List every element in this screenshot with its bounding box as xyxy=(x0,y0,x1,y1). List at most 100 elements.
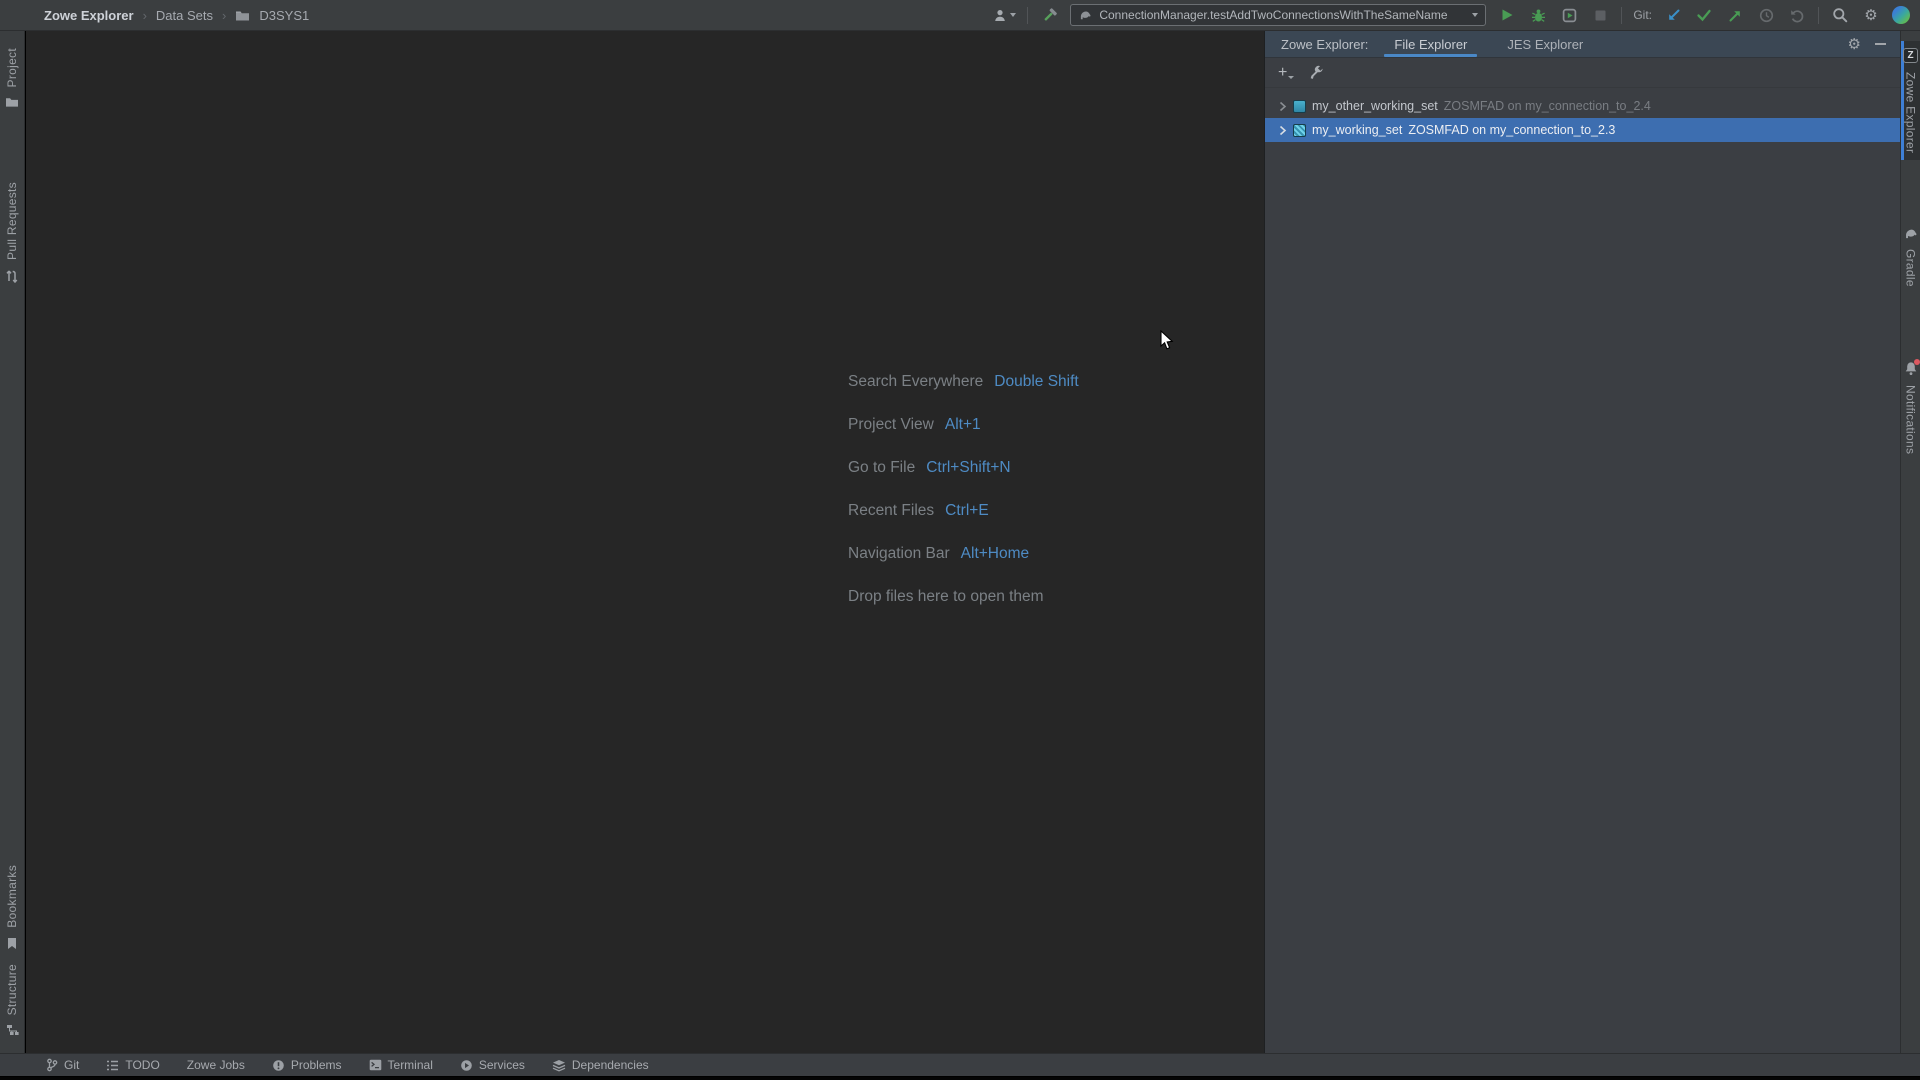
stripe-button-gradle[interactable]: Gradle xyxy=(1901,220,1920,294)
bookmark-icon xyxy=(6,937,18,950)
git-update-button[interactable] xyxy=(1663,3,1683,27)
stop-button xyxy=(1590,3,1610,27)
add-working-set-button[interactable]: + xyxy=(1278,63,1295,81)
shortcut-row: Navigation Bar Alt+Home xyxy=(848,545,1079,567)
toolbar-separator xyxy=(1818,6,1819,24)
stripe-label: Bookmarks xyxy=(5,864,19,928)
shortcut-label: Recent Files xyxy=(848,502,935,519)
tab-jes-explorer[interactable]: JES Explorer xyxy=(1493,31,1597,57)
toolwindow-button-services[interactable]: Services xyxy=(460,1058,525,1072)
stripe-label: Gradle xyxy=(1903,249,1918,288)
shortcut-hints: Search Everywhere Double Shift Project V… xyxy=(848,373,1079,610)
chevron-down-icon xyxy=(1288,75,1295,79)
notification-badge xyxy=(1913,359,1920,366)
breadcrumb-item-data-sets[interactable]: Data Sets xyxy=(156,8,213,23)
tree-item-working-set-selected[interactable]: my_working_set ZOSMFAD on my_connection_… xyxy=(1265,118,1900,142)
stripe-button-pull-requests[interactable]: Pull Requests xyxy=(0,175,24,290)
toolwindow-button-todo[interactable]: TODO xyxy=(106,1058,160,1072)
breadcrumb-separator-icon: › xyxy=(222,7,227,23)
shortcut-row: Go to File Ctrl+Shift+N xyxy=(848,459,1079,481)
stripe-button-notifications[interactable]: Notifications xyxy=(1901,354,1920,461)
user-avatar[interactable] xyxy=(1892,6,1910,24)
breadcrumb-item-zowe-explorer[interactable]: Zowe Explorer xyxy=(44,8,134,23)
shortcut-keys: Alt+1 xyxy=(944,416,981,433)
settings-gear-icon[interactable]: ⚙ xyxy=(1861,3,1881,27)
breadcrumb-item-dataset-name[interactable]: D3SYS1 xyxy=(259,8,309,23)
toolwindow-label: Problems xyxy=(290,1058,342,1072)
tab-label: JES Explorer xyxy=(1507,36,1584,52)
gradle-icon xyxy=(1903,227,1918,240)
shortcut-label: Drop files here to open them xyxy=(848,588,1044,605)
working-set-detail: ZOSMFAD on my_connection_to_2.3 xyxy=(1408,123,1616,137)
toolwindow-label: TODO xyxy=(125,1058,160,1072)
tree-item-working-set[interactable]: my_other_working_set ZOSMFAD on my_conne… xyxy=(1265,94,1900,118)
panel-settings-gear-icon[interactable]: ⚙ xyxy=(1848,37,1861,52)
working-set-tree: my_other_working_set ZOSMFAD on my_conne… xyxy=(1265,88,1900,142)
run-configuration-name: ConnectionManager.testAddTwoConnectionsW… xyxy=(1099,8,1448,22)
plus-icon: + xyxy=(1278,63,1288,81)
editor-empty-state: Search Everywhere Double Shift Project V… xyxy=(26,31,1264,1053)
toolbar-separator xyxy=(1027,6,1029,24)
breadcrumb-separator-icon: › xyxy=(142,7,147,23)
shortcut-row: Project View Alt+1 xyxy=(848,416,1079,438)
stripe-button-project[interactable]: Project xyxy=(0,41,24,115)
breadcrumb: Zowe Explorer › Data Sets › D3SYS1 xyxy=(44,8,309,23)
git-push-button[interactable] xyxy=(1725,3,1745,27)
git-commit-button[interactable] xyxy=(1694,3,1714,27)
working-set-name: my_working_set xyxy=(1312,123,1403,137)
minimize-icon[interactable] xyxy=(1875,43,1886,45)
shortcut-row: Drop files here to open them xyxy=(848,588,1079,610)
chevron-down-icon xyxy=(1472,13,1479,17)
rollback-icon xyxy=(1787,3,1807,27)
profile-button[interactable] xyxy=(1559,3,1579,27)
toolwindow-button-problems[interactable]: Problems xyxy=(272,1058,342,1072)
shortcut-label: Search Everywhere xyxy=(848,373,984,390)
code-with-me-users-button[interactable] xyxy=(992,3,1017,27)
shortcut-keys: Alt+Home xyxy=(960,545,1030,562)
stripe-label: Project xyxy=(5,48,19,88)
edit-wrench-button[interactable] xyxy=(1309,65,1324,80)
zowe-icon: Z xyxy=(1903,48,1918,63)
stripe-label: Pull Requests xyxy=(5,182,19,261)
shortcut-label: Go to File xyxy=(848,459,916,476)
shortcut-keys: Ctrl+Shift+N xyxy=(926,459,1011,476)
toolbar-actions: ConnectionManager.testAddTwoConnectionsW… xyxy=(992,3,1920,27)
tab-label: File Explorer xyxy=(1394,36,1468,52)
stripe-label: Zowe Explorer xyxy=(1903,72,1918,154)
folder-icon xyxy=(5,96,19,108)
shortcut-row: Search Everywhere Double Shift xyxy=(848,373,1079,395)
run-config-icon xyxy=(1078,9,1092,21)
chevron-down-icon xyxy=(1010,13,1017,17)
chevron-right-icon[interactable] xyxy=(1277,125,1288,136)
notifications-bell-icon xyxy=(1904,359,1920,376)
search-icon[interactable] xyxy=(1830,3,1850,27)
working-set-name: my_other_working_set xyxy=(1312,99,1438,113)
structure-icon xyxy=(6,1024,19,1036)
stripe-button-structure[interactable]: Structure xyxy=(0,957,24,1043)
run-configuration-select[interactable]: ConnectionManager.testAddTwoConnectionsW… xyxy=(1070,4,1487,26)
shortcut-row: Recent Files Ctrl+E xyxy=(848,502,1079,524)
working-set-icon xyxy=(1293,99,1306,113)
git-label: Git: xyxy=(1633,8,1652,22)
left-tool-stripe: Project Pull Requests Bookmarks Structur… xyxy=(0,31,25,1053)
toolwindow-button-dependencies[interactable]: Dependencies xyxy=(552,1058,649,1072)
run-button[interactable] xyxy=(1497,3,1517,27)
panel-toolbar: + xyxy=(1265,58,1900,88)
bottom-tool-stripe: Git TODO Zowe Jobs Problems Terminal Ser… xyxy=(0,1053,1920,1076)
toolwindow-button-terminal[interactable]: Terminal xyxy=(369,1058,433,1072)
tab-file-explorer[interactable]: File Explorer xyxy=(1380,31,1481,57)
toolwindow-label: Dependencies xyxy=(571,1058,649,1072)
build-hammer-button[interactable] xyxy=(1039,3,1059,27)
chevron-right-icon[interactable] xyxy=(1277,101,1288,112)
stripe-label: Structure xyxy=(5,963,19,1015)
panel-header-actions: ⚙ xyxy=(1848,31,1900,57)
debug-button[interactable] xyxy=(1528,3,1548,27)
toolwindow-button-git[interactable]: Git xyxy=(46,1058,79,1072)
shortcut-label: Navigation Bar xyxy=(848,545,950,562)
toolwindow-button-zowe-jobs[interactable]: Zowe Jobs xyxy=(187,1058,245,1072)
stripe-button-bookmarks[interactable]: Bookmarks xyxy=(0,858,24,957)
shortcut-keys: Ctrl+E xyxy=(945,502,989,519)
stripe-button-zowe-explorer[interactable]: Z Zowe Explorer xyxy=(1901,41,1920,161)
toolbar-separator xyxy=(1621,6,1623,24)
shortcut-keys: Double Shift xyxy=(994,373,1079,390)
